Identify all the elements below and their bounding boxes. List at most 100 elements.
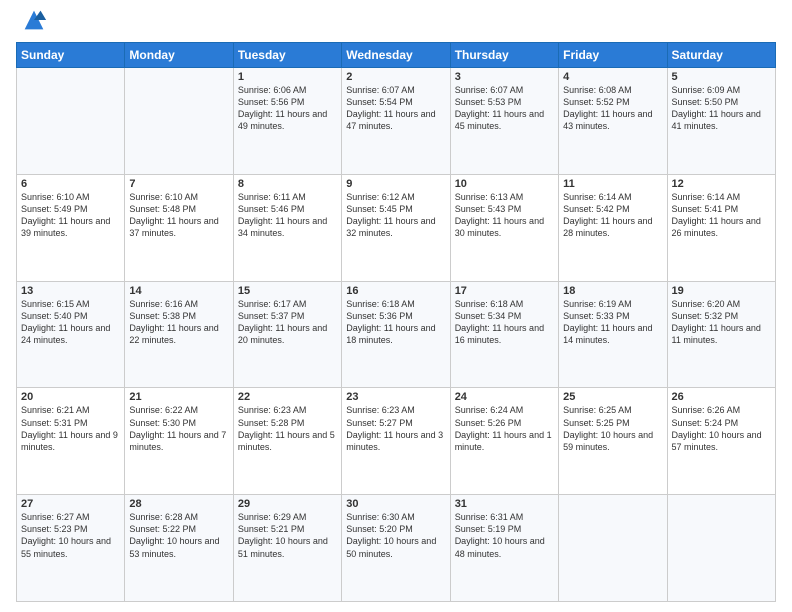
calendar-table: SundayMondayTuesdayWednesdayThursdayFrid… [16,42,776,602]
day-header-sunday: Sunday [17,43,125,68]
day-number: 16 [346,285,445,297]
calendar-cell [667,495,775,602]
day-number: 27 [21,498,120,510]
calendar-cell: 11Sunrise: 6:14 AM Sunset: 5:42 PM Dayli… [559,174,667,281]
day-number: 15 [238,285,337,297]
cell-data: Sunrise: 6:17 AM Sunset: 5:37 PM Dayligh… [238,298,337,347]
calendar-cell: 8Sunrise: 6:11 AM Sunset: 5:46 PM Daylig… [233,174,341,281]
calendar-cell: 30Sunrise: 6:30 AM Sunset: 5:20 PM Dayli… [342,495,450,602]
cell-data: Sunrise: 6:29 AM Sunset: 5:21 PM Dayligh… [238,511,337,560]
cell-data: Sunrise: 6:08 AM Sunset: 5:52 PM Dayligh… [563,84,662,133]
day-number: 30 [346,498,445,510]
day-number: 4 [563,71,662,83]
day-header-thursday: Thursday [450,43,558,68]
day-number: 5 [672,71,771,83]
day-number: 9 [346,178,445,190]
calendar-cell: 31Sunrise: 6:31 AM Sunset: 5:19 PM Dayli… [450,495,558,602]
calendar-cell: 21Sunrise: 6:22 AM Sunset: 5:30 PM Dayli… [125,388,233,495]
day-number: 22 [238,391,337,403]
calendar-cell [17,68,125,175]
day-number: 8 [238,178,337,190]
cell-data: Sunrise: 6:26 AM Sunset: 5:24 PM Dayligh… [672,404,771,453]
day-number: 6 [21,178,120,190]
cell-data: Sunrise: 6:12 AM Sunset: 5:45 PM Dayligh… [346,191,445,240]
day-number: 13 [21,285,120,297]
cell-data: Sunrise: 6:09 AM Sunset: 5:50 PM Dayligh… [672,84,771,133]
day-header-monday: Monday [125,43,233,68]
logo [16,12,48,34]
calendar-cell: 12Sunrise: 6:14 AM Sunset: 5:41 PM Dayli… [667,174,775,281]
day-number: 14 [129,285,228,297]
day-number: 25 [563,391,662,403]
cell-data: Sunrise: 6:11 AM Sunset: 5:46 PM Dayligh… [238,191,337,240]
cell-data: Sunrise: 6:24 AM Sunset: 5:26 PM Dayligh… [455,404,554,453]
calendar-cell [559,495,667,602]
cell-data: Sunrise: 6:15 AM Sunset: 5:40 PM Dayligh… [21,298,120,347]
day-number: 26 [672,391,771,403]
calendar-cell: 6Sunrise: 6:10 AM Sunset: 5:49 PM Daylig… [17,174,125,281]
day-number: 11 [563,178,662,190]
page: SundayMondayTuesdayWednesdayThursdayFrid… [0,0,792,612]
day-number: 7 [129,178,228,190]
week-row-4: 20Sunrise: 6:21 AM Sunset: 5:31 PM Dayli… [17,388,776,495]
calendar-cell: 3Sunrise: 6:07 AM Sunset: 5:53 PM Daylig… [450,68,558,175]
calendar-cell: 27Sunrise: 6:27 AM Sunset: 5:23 PM Dayli… [17,495,125,602]
calendar-cell: 23Sunrise: 6:23 AM Sunset: 5:27 PM Dayli… [342,388,450,495]
day-number: 12 [672,178,771,190]
week-row-3: 13Sunrise: 6:15 AM Sunset: 5:40 PM Dayli… [17,281,776,388]
logo-icon [20,6,48,34]
day-number: 1 [238,71,337,83]
cell-data: Sunrise: 6:10 AM Sunset: 5:49 PM Dayligh… [21,191,120,240]
day-header-tuesday: Tuesday [233,43,341,68]
week-row-1: 1Sunrise: 6:06 AM Sunset: 5:56 PM Daylig… [17,68,776,175]
calendar-cell: 13Sunrise: 6:15 AM Sunset: 5:40 PM Dayli… [17,281,125,388]
calendar-cell: 5Sunrise: 6:09 AM Sunset: 5:50 PM Daylig… [667,68,775,175]
day-header-wednesday: Wednesday [342,43,450,68]
day-number: 20 [21,391,120,403]
calendar-cell: 25Sunrise: 6:25 AM Sunset: 5:25 PM Dayli… [559,388,667,495]
calendar-cell: 19Sunrise: 6:20 AM Sunset: 5:32 PM Dayli… [667,281,775,388]
calendar-cell: 28Sunrise: 6:28 AM Sunset: 5:22 PM Dayli… [125,495,233,602]
week-row-5: 27Sunrise: 6:27 AM Sunset: 5:23 PM Dayli… [17,495,776,602]
calendar-cell: 17Sunrise: 6:18 AM Sunset: 5:34 PM Dayli… [450,281,558,388]
cell-data: Sunrise: 6:23 AM Sunset: 5:28 PM Dayligh… [238,404,337,453]
week-row-2: 6Sunrise: 6:10 AM Sunset: 5:49 PM Daylig… [17,174,776,281]
calendar-cell [125,68,233,175]
day-number: 29 [238,498,337,510]
cell-data: Sunrise: 6:31 AM Sunset: 5:19 PM Dayligh… [455,511,554,560]
cell-data: Sunrise: 6:13 AM Sunset: 5:43 PM Dayligh… [455,191,554,240]
calendar-cell: 16Sunrise: 6:18 AM Sunset: 5:36 PM Dayli… [342,281,450,388]
calendar-cell: 2Sunrise: 6:07 AM Sunset: 5:54 PM Daylig… [342,68,450,175]
day-number: 23 [346,391,445,403]
cell-data: Sunrise: 6:30 AM Sunset: 5:20 PM Dayligh… [346,511,445,560]
header [16,12,776,34]
calendar-cell: 20Sunrise: 6:21 AM Sunset: 5:31 PM Dayli… [17,388,125,495]
calendar-cell: 15Sunrise: 6:17 AM Sunset: 5:37 PM Dayli… [233,281,341,388]
day-number: 18 [563,285,662,297]
cell-data: Sunrise: 6:14 AM Sunset: 5:42 PM Dayligh… [563,191,662,240]
calendar-cell: 1Sunrise: 6:06 AM Sunset: 5:56 PM Daylig… [233,68,341,175]
day-header-friday: Friday [559,43,667,68]
calendar-cell: 9Sunrise: 6:12 AM Sunset: 5:45 PM Daylig… [342,174,450,281]
cell-data: Sunrise: 6:18 AM Sunset: 5:34 PM Dayligh… [455,298,554,347]
cell-data: Sunrise: 6:07 AM Sunset: 5:54 PM Dayligh… [346,84,445,133]
day-number: 2 [346,71,445,83]
day-number: 24 [455,391,554,403]
calendar-body: 1Sunrise: 6:06 AM Sunset: 5:56 PM Daylig… [17,68,776,602]
cell-data: Sunrise: 6:25 AM Sunset: 5:25 PM Dayligh… [563,404,662,453]
cell-data: Sunrise: 6:22 AM Sunset: 5:30 PM Dayligh… [129,404,228,453]
day-number: 3 [455,71,554,83]
cell-data: Sunrise: 6:18 AM Sunset: 5:36 PM Dayligh… [346,298,445,347]
cell-data: Sunrise: 6:06 AM Sunset: 5:56 PM Dayligh… [238,84,337,133]
day-number: 19 [672,285,771,297]
calendar-cell: 29Sunrise: 6:29 AM Sunset: 5:21 PM Dayli… [233,495,341,602]
calendar-cell: 4Sunrise: 6:08 AM Sunset: 5:52 PM Daylig… [559,68,667,175]
cell-data: Sunrise: 6:19 AM Sunset: 5:33 PM Dayligh… [563,298,662,347]
cell-data: Sunrise: 6:27 AM Sunset: 5:23 PM Dayligh… [21,511,120,560]
cell-data: Sunrise: 6:20 AM Sunset: 5:32 PM Dayligh… [672,298,771,347]
calendar-cell: 22Sunrise: 6:23 AM Sunset: 5:28 PM Dayli… [233,388,341,495]
calendar-cell: 14Sunrise: 6:16 AM Sunset: 5:38 PM Dayli… [125,281,233,388]
cell-data: Sunrise: 6:16 AM Sunset: 5:38 PM Dayligh… [129,298,228,347]
cell-data: Sunrise: 6:23 AM Sunset: 5:27 PM Dayligh… [346,404,445,453]
day-number: 10 [455,178,554,190]
